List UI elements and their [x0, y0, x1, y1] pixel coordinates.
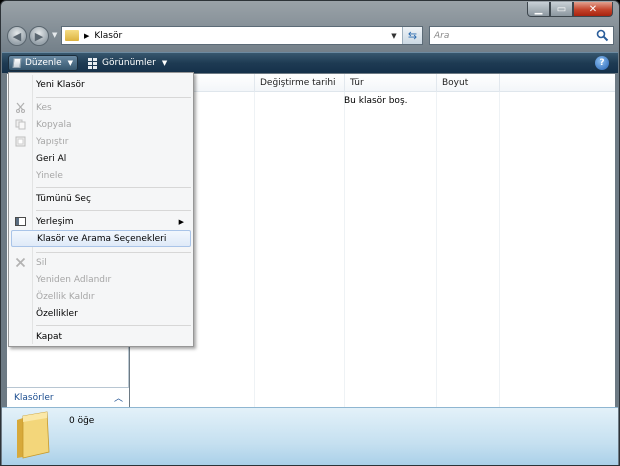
chevron-up-icon: ︿ — [113, 394, 123, 404]
copy-icon — [15, 119, 26, 130]
file-list[interactable]: Değiştirme tarihi Tür Boyut Bu klasör bo… — [130, 74, 615, 407]
menu-item-label: Yinele — [36, 170, 63, 181]
menu-item-paste[interactable]: Yapıştır — [11, 133, 191, 150]
menu-item-label: Klasör ve Arama Seçenekleri — [37, 233, 167, 244]
delete-icon — [15, 257, 26, 268]
menu-item-undo[interactable]: Geri Al — [11, 150, 191, 167]
close-icon: ✕ — [588, 3, 598, 15]
empty-folder-message: Bu klasör boş. — [344, 96, 408, 106]
menu-item-redo[interactable]: Yinele — [11, 167, 191, 184]
column-divider — [499, 92, 500, 407]
folders-toggle[interactable]: Klasörler ︿ — [7, 387, 129, 407]
minimize-icon: ▁ — [534, 3, 543, 15]
help-icon[interactable]: ? — [595, 56, 609, 70]
submenu-arrow-icon: ▶ — [178, 217, 184, 226]
breadcrumb-current[interactable]: Klasör — [94, 31, 122, 41]
address-history-dropdown[interactable]: ▼ — [388, 27, 400, 44]
column-date-modified[interactable]: Değiştirme tarihi — [254, 74, 344, 92]
menu-item-label: Kes — [36, 102, 52, 113]
menu-item-select-all[interactable]: Tümünü Seç — [11, 190, 191, 207]
scissors-icon — [16, 102, 25, 113]
folders-label: Klasörler — [14, 392, 54, 403]
menu-separator — [36, 210, 191, 211]
menu-item-properties[interactable]: Özellikler — [11, 305, 191, 322]
organize-label: Düzenle — [24, 58, 62, 68]
maximize-button[interactable]: ▭ — [550, 2, 573, 17]
organize-icon — [12, 58, 22, 68]
views-button[interactable]: Görünümler ▼ — [84, 55, 174, 71]
maximize-icon: ▭ — [556, 3, 567, 15]
item-count: 0 öğe — [69, 416, 95, 426]
views-label: Görünümler — [102, 58, 156, 68]
organize-button[interactable]: Düzenle ▼ — [8, 55, 78, 71]
chevron-down-icon: ▼ — [161, 59, 168, 67]
chevron-down-icon: ▼ — [391, 31, 397, 40]
refresh-button[interactable]: ⇆ — [402, 27, 422, 44]
chevron-down-icon: ▼ — [52, 31, 58, 39]
address-bar[interactable]: ▶ Klasör ▼ ⇆ — [61, 26, 423, 45]
menu-item-folder-search-options[interactable]: Klasör ve Arama Seçenekleri — [11, 230, 191, 247]
layout-icon — [15, 217, 26, 226]
menu-separator — [36, 97, 191, 98]
search-input[interactable]: Ara — [429, 26, 614, 45]
menu-item-label: Yeni Klasör — [36, 79, 85, 90]
menu-separator — [36, 187, 191, 188]
close-button[interactable]: ✕ — [573, 2, 613, 17]
menu-item-label: Sil — [36, 257, 47, 268]
menu-item-rename[interactable]: Yeniden Adlandır — [11, 271, 191, 288]
arrow-left-icon: ◀ — [12, 29, 22, 43]
column-size[interactable]: Boyut — [436, 74, 499, 92]
paste-icon — [15, 136, 26, 147]
menu-item-delete[interactable]: Sil — [11, 254, 191, 271]
folder-icon — [65, 30, 79, 41]
menu-item-label: Geri Al — [36, 153, 67, 164]
breadcrumb-arrow-icon[interactable]: ▶ — [84, 32, 89, 40]
refresh-icon: ⇆ — [407, 29, 418, 42]
menu-item-label: Kapat — [36, 331, 63, 342]
menu-item-close[interactable]: Kapat — [11, 328, 191, 345]
explorer-window: ▁ ▭ ✕ ◀ ▶ ▼ ▶ Klasör ▼ ⇆ Ara Düzenle ▼ G… — [0, 0, 620, 466]
menu-item-cut[interactable]: Kes — [11, 99, 191, 116]
menu-item-new-folder[interactable]: Yeni Klasör — [11, 76, 191, 93]
organize-menu: Yeni Klasör Kes Kopyala Yapıştır Geri Al… — [8, 72, 194, 347]
column-type[interactable]: Tür — [344, 74, 436, 92]
views-icon — [88, 57, 97, 69]
arrow-right-icon: ▶ — [34, 29, 44, 43]
column-divider — [344, 92, 345, 407]
menu-item-label: Yerleşim — [36, 216, 74, 227]
chevron-down-icon: ▼ — [67, 59, 73, 67]
menu-item-label: Özellik Kaldır — [36, 291, 95, 302]
menu-item-label: Yeniden Adlandır — [36, 274, 112, 285]
menu-separator — [36, 252, 191, 253]
recent-pages-dropdown[interactable]: ▼ — [52, 31, 57, 39]
details-pane: 0 öğe — [2, 407, 618, 465]
menu-item-label: Tümünü Seç — [36, 193, 91, 204]
menu-item-label: Özellikler — [36, 308, 78, 319]
menu-item-label: Kopyala — [36, 119, 72, 130]
column-empty — [499, 74, 615, 92]
menu-separator — [36, 325, 191, 326]
menu-item-remove-properties[interactable]: Özellik Kaldır — [11, 288, 191, 305]
menu-item-layout[interactable]: Yerleşim ▶ — [11, 213, 191, 230]
menu-item-label: Yapıştır — [36, 136, 69, 147]
column-header-row: Değiştirme tarihi Tür Boyut — [130, 74, 615, 92]
search-placeholder: Ara — [434, 30, 450, 41]
column-divider — [254, 92, 255, 407]
caption-buttons: ▁ ▭ ✕ — [527, 2, 613, 17]
back-button[interactable]: ◀ — [7, 26, 27, 46]
forward-button[interactable]: ▶ — [29, 26, 49, 46]
folder-icon — [17, 411, 50, 459]
command-bar: Düzenle ▼ Görünümler ▼ ? — [2, 52, 618, 73]
search-icon[interactable] — [596, 29, 609, 42]
menu-item-copy[interactable]: Kopyala — [11, 116, 191, 133]
minimize-button[interactable]: ▁ — [527, 2, 550, 17]
column-divider — [436, 92, 437, 407]
